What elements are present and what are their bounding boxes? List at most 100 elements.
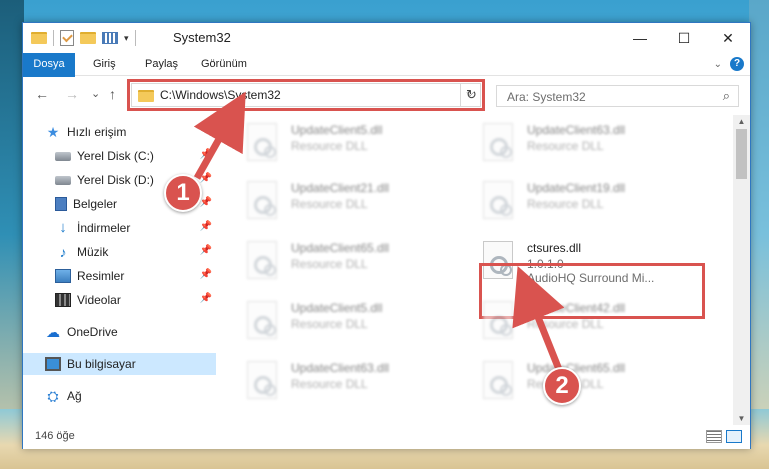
sidebar-item-label: Müzik (77, 245, 109, 259)
sidebar-item-label: Videolar (77, 293, 121, 307)
callout-badge-1: 1 (164, 174, 202, 212)
customize-toolbar-icon[interactable]: ▾ (124, 33, 129, 44)
file-name: ctsures.dll (527, 241, 582, 255)
sidebar-item-this-pc[interactable]: Bu bilgisayar (23, 353, 216, 375)
search-icon[interactable]: ⌕ (723, 88, 730, 104)
file-type: Resource DLL (291, 317, 368, 331)
pin-icon: 📌 (199, 221, 212, 232)
properties-icon[interactable] (60, 30, 74, 46)
help-icon[interactable]: ? (730, 57, 744, 71)
file-item[interactable]: UpdateClient21.dll Resource DLL (219, 173, 449, 223)
sidebar-item-music[interactable]: ♪ Müzik 📌 (23, 241, 216, 263)
file-item[interactable]: UpdateClient65.dll Resource DLL (219, 233, 449, 283)
dll-file-icon (247, 301, 277, 339)
dll-file-icon (483, 361, 513, 399)
sidebar-item-label: Resimler (77, 269, 125, 283)
item-count: 146 öğe (35, 430, 75, 442)
scrollbar-thumb[interactable] (736, 129, 747, 179)
pin-icon: 📌 (199, 245, 212, 256)
sidebar-item-pictures[interactable]: Resimler 📌 (23, 265, 216, 287)
file-explorer-window: ▾ System32 — ☐ ✕ Dosya Giriş Paylaş Görü… (22, 22, 751, 449)
back-button[interactable]: ← (35, 86, 49, 102)
this-pc-icon (45, 357, 61, 371)
pin-icon: 📌 (199, 197, 212, 208)
scroll-down-icon[interactable]: ▼ (733, 414, 750, 423)
status-bar: 146 öğe (23, 425, 750, 449)
new-folder-icon[interactable] (80, 32, 96, 44)
downloads-icon: ↓ (59, 219, 67, 236)
expand-ribbon-icon[interactable]: ⌄ (714, 59, 722, 70)
file-list: UpdateClient5.dll Resource DLL UpdateCli… (219, 115, 733, 425)
file-item[interactable]: UpdateClient63.dll Resource DLL (219, 353, 449, 403)
file-type: Resource DLL (527, 317, 604, 331)
sidebar-item-downloads[interactable]: ↓ İndirmeler 📌 (23, 217, 216, 239)
address-row: ← → ⌄ ↑ C:\Windows\System32 ⌵ ↻ Ara: Sys… (23, 77, 750, 113)
disk-icon (55, 175, 71, 185)
dll-file-icon (483, 123, 513, 161)
recent-locations-button[interactable]: ⌄ (91, 87, 100, 100)
close-button[interactable]: ✕ (706, 23, 750, 53)
sidebar-item-label: İndirmeler (77, 221, 131, 235)
sidebar-item-label: Hızlı erişim (67, 125, 127, 139)
sidebar-item-label: Yerel Disk (D:) (77, 173, 154, 187)
file-type: Resource DLL (527, 197, 604, 211)
dll-file-icon (247, 123, 277, 161)
tab-view[interactable]: Görünüm (191, 53, 257, 76)
sidebar-item-label: Bu bilgisayar (67, 357, 136, 371)
tab-share[interactable]: Paylaş (135, 53, 188, 76)
folder-icon (31, 32, 47, 44)
documents-icon (55, 197, 67, 211)
view-icon[interactable] (102, 32, 118, 44)
videos-icon (55, 293, 71, 307)
file-name: UpdateClient42.dll (527, 301, 626, 315)
search-box[interactable]: Ara: System32 ⌕ (496, 85, 739, 107)
file-item[interactable]: UpdateClient5.dll Resource DLL (219, 293, 449, 343)
sidebar-item-quick-access[interactable]: ★ Hızlı erişim (23, 121, 216, 143)
callout-badge-2: 2 (543, 367, 581, 405)
file-name: UpdateClient21.dll (291, 181, 390, 195)
ribbon-right-controls: ⌄ ? (714, 57, 744, 71)
pin-icon: 📌 (199, 149, 212, 160)
file-type: Resource DLL (291, 377, 368, 391)
file-name: UpdateClient65.dll (291, 241, 390, 255)
search-input[interactable]: Ara: System32 (507, 90, 586, 104)
navigation-pane: ★ Hızlı erişim Yerel Disk (C:) 📌 Yerel D… (23, 115, 216, 425)
dll-file-icon (247, 241, 277, 279)
sidebar-item-network[interactable]: ⛭ Ağ (23, 385, 216, 407)
pin-icon: 📌 (199, 173, 212, 184)
sidebar-item-videos[interactable]: Videolar 📌 (23, 289, 216, 311)
forward-button[interactable]: → (65, 86, 79, 102)
file-name: UpdateClient5.dll (291, 301, 383, 315)
title-bar: ▾ System32 — ☐ ✕ (23, 23, 750, 53)
minimize-button[interactable]: — (618, 23, 662, 53)
onedrive-icon: ☁ (46, 324, 60, 340)
file-type: Resource DLL (291, 257, 368, 271)
file-type: Resource DLL (291, 139, 368, 153)
scroll-up-icon[interactable]: ▲ (733, 117, 750, 126)
file-item[interactable]: UpdateClient19.dll Resource DLL (455, 173, 685, 223)
tiles-view-button[interactable] (726, 430, 742, 443)
quick-access-toolbar: ▾ (31, 30, 136, 46)
desktop-background-left (0, 0, 24, 469)
file-type: Resource DLL (527, 139, 604, 153)
pin-icon: 📌 (199, 293, 212, 304)
star-icon: ★ (46, 124, 60, 140)
file-item[interactable]: UpdateClient42.dll Resource DLL (455, 293, 685, 343)
sidebar-item-onedrive[interactable]: ☁ OneDrive (23, 321, 216, 343)
dll-file-icon (483, 301, 513, 339)
pin-icon: 📌 (199, 269, 212, 280)
sidebar-item-local-disk-c[interactable]: Yerel Disk (C:) 📌 (23, 145, 216, 167)
view-toggle (706, 430, 742, 443)
divider (134, 30, 136, 46)
vertical-scrollbar[interactable]: ▲ ▼ (733, 115, 750, 425)
tab-home[interactable]: Giriş (83, 53, 126, 76)
file-item[interactable]: UpdateClient63.dll Resource DLL (455, 115, 685, 165)
details-view-button[interactable] (706, 430, 722, 443)
dll-file-icon (483, 181, 513, 219)
file-item[interactable]: UpdateClient5.dll Resource DLL (219, 115, 449, 165)
up-button[interactable]: ↑ (109, 86, 116, 102)
music-icon: ♪ (59, 244, 67, 260)
maximize-button[interactable]: ☐ (662, 23, 706, 53)
file-name: UpdateClient5.dll (291, 123, 383, 137)
disk-icon (55, 151, 71, 161)
